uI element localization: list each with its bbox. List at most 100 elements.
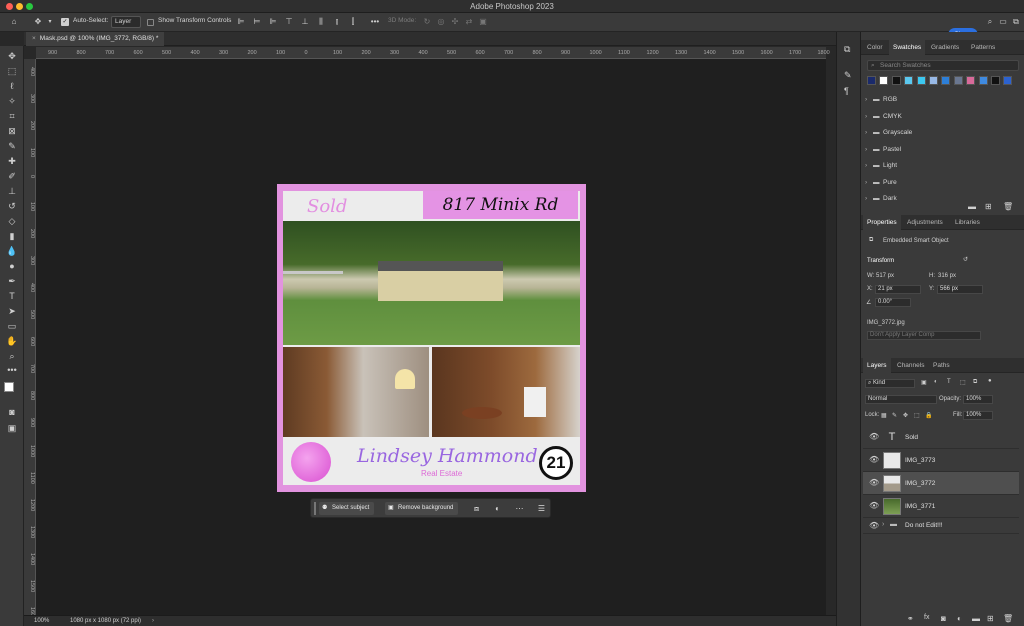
zoom-tool-icon[interactable]: ⌕ <box>5 350 19 362</box>
filter-adjustment-icon[interactable]: ◐ <box>934 379 938 385</box>
brush-settings-icon[interactable]: ✎ <box>844 70 852 81</box>
tab-layers[interactable]: Layers <box>863 358 891 373</box>
more-icon[interactable]: ⋯ <box>514 502 525 515</box>
marquee-tool-icon[interactable]: ⬚ <box>5 65 19 77</box>
search-swatches-input[interactable]: ⌕ Search Swatches <box>867 60 1019 71</box>
distribute-bottom-icon[interactable]: ⫿ <box>348 17 358 27</box>
home-icon[interactable]: ⌂ <box>9 17 19 27</box>
3d-slide-icon[interactable]: ⇄ <box>464 17 474 27</box>
document-canvas[interactable]: Sold 817 Minix Rd Lindsey Hammond Real E… <box>277 184 586 492</box>
color-swatch[interactable] <box>953 76 963 85</box>
swatch-group[interactable]: › ▬ RGB <box>865 94 897 106</box>
swatch-group[interactable]: › ▬ Grayscale <box>865 127 912 139</box>
3d-pan-icon[interactable]: ✣ <box>450 17 460 27</box>
hand-tool-icon[interactable]: ✋ <box>5 335 19 347</box>
adjustment-icon[interactable]: ◐ <box>492 502 503 515</box>
quick-mask-icon[interactable]: ◙ <box>5 406 19 418</box>
workspace-icon[interactable]: ▭ <box>998 17 1008 27</box>
new-group-icon[interactable]: ▬ <box>972 614 980 623</box>
lock-all-icon[interactable]: 🔒 <box>925 412 932 419</box>
angle-input[interactable]: 0.00° <box>875 298 911 307</box>
blur-tool-icon[interactable]: 💧 <box>5 245 19 257</box>
filter-smart-icon[interactable]: ⧉ <box>973 379 977 386</box>
distribute-middle-icon[interactable]: ⫾ <box>332 17 342 27</box>
tab-channels[interactable]: Channels <box>893 358 928 373</box>
add-swatch-icon[interactable]: ⊞ <box>985 202 992 211</box>
tab-properties[interactable]: Properties <box>863 215 901 230</box>
add-mask-icon[interactable]: ◙ <box>941 614 946 623</box>
brush-tool-icon[interactable]: ✐ <box>5 170 19 182</box>
move-tool-icon[interactable]: ✥ <box>33 17 43 27</box>
lock-artboard-icon[interactable]: ⬚ <box>914 412 920 419</box>
remove-background-button[interactable]: ▣ Remove background <box>385 502 459 515</box>
color-swatch[interactable] <box>991 76 1000 85</box>
filter-shape-icon[interactable]: ⬚ <box>960 379 966 386</box>
healing-brush-tool-icon[interactable]: ✚ <box>5 155 19 167</box>
color-swatch[interactable] <box>978 76 988 85</box>
reset-transform-icon[interactable]: ↺ <box>963 256 968 263</box>
color-swatch[interactable] <box>941 76 951 85</box>
lock-transparent-icon[interactable]: ▦ <box>881 412 887 419</box>
new-layer-icon[interactable]: ⊞ <box>987 614 994 623</box>
folder-icon[interactable]: ▬ <box>968 202 976 211</box>
color-swatch[interactable] <box>1003 76 1013 85</box>
filter-toggle-icon[interactable]: ● <box>988 378 992 384</box>
visibility-eye-icon[interactable]: 👁 <box>869 501 879 510</box>
color-swatch[interactable] <box>929 76 938 85</box>
show-transform-checkbox[interactable] <box>147 19 154 26</box>
color-swatch[interactable] <box>867 76 876 85</box>
tab-color[interactable]: Color <box>863 40 887 55</box>
layer-row[interactable]: 👁 IMG_3772 <box>863 472 1019 495</box>
x-input[interactable]: 21 px <box>875 285 921 294</box>
lock-pixels-icon[interactable]: ✎ <box>892 412 897 419</box>
delete-layer-icon[interactable]: 🗑 <box>1003 614 1013 623</box>
new-adjustment-icon[interactable]: ◐ <box>957 614 962 623</box>
close-tab-icon[interactable]: × <box>32 35 36 42</box>
color-swatch[interactable] <box>904 76 914 85</box>
settings-icon[interactable]: ☰ <box>536 502 547 515</box>
crop-tool-icon[interactable]: ⌗ <box>5 110 19 122</box>
move-tool-icon[interactable]: ✥ <box>5 50 19 62</box>
tab-patterns[interactable]: Patterns <box>967 40 999 55</box>
swatch-group[interactable]: › ▬ CMYK <box>865 111 902 123</box>
document-info[interactable]: 1080 px x 1080 px (72 ppi) <box>70 616 141 626</box>
color-swatch[interactable] <box>891 76 901 85</box>
link-layers-icon[interactable]: ⚭ <box>907 614 914 623</box>
foreground-color-swatch[interactable] <box>4 382 14 392</box>
color-swatch[interactable] <box>916 76 926 85</box>
y-input[interactable]: 566 px <box>937 285 983 294</box>
color-swatch[interactable] <box>966 76 976 85</box>
dodge-tool-icon[interactable]: ● <box>5 260 19 272</box>
auto-select-target-dropdown[interactable]: Layer <box>111 16 141 28</box>
swatch-group[interactable]: › ▬ Dark <box>865 193 897 201</box>
align-top-icon[interactable]: ⊤ <box>284 17 294 27</box>
layer-comp-dropdown[interactable]: Don't Apply Layer Comp <box>867 331 981 340</box>
tab-paths[interactable]: Paths <box>929 358 954 373</box>
align-middle-icon[interactable]: ⊥ <box>300 17 310 27</box>
opacity-input[interactable]: 100% <box>963 395 993 404</box>
layer-row[interactable]: 👁 IMG_3771 <box>863 495 1019 518</box>
layer-row[interactable]: 👁 T Sold <box>863 426 1019 449</box>
select-subject-button[interactable]: ⚉ Select subject <box>319 502 375 515</box>
magic-wand-tool-icon[interactable]: ✧ <box>5 95 19 107</box>
zoom-level[interactable]: 100% <box>34 616 49 626</box>
align-center-icon[interactable]: ⊨ <box>252 17 262 27</box>
3d-scale-icon[interactable]: ▣ <box>478 17 488 27</box>
lasso-tool-icon[interactable]: ℓ <box>5 80 19 92</box>
screen-mode-icon[interactable]: ▣ <box>5 422 19 434</box>
tab-gradients[interactable]: Gradients <box>927 40 963 55</box>
trash-icon[interactable]: 🗑 <box>1003 202 1013 211</box>
tab-libraries[interactable]: Libraries <box>951 215 984 230</box>
more-options-icon[interactable]: ••• <box>370 17 380 27</box>
w-value[interactable]: 517 px <box>876 273 894 279</box>
chevron-right-icon[interactable]: › <box>882 521 884 528</box>
layout-icon[interactable]: ⧉ <box>1011 17 1021 27</box>
history-icon[interactable]: ⧉ <box>844 44 850 55</box>
visibility-eye-icon[interactable]: 👁 <box>869 455 879 464</box>
frame-tool-icon[interactable]: ⊠ <box>5 125 19 137</box>
fill-input[interactable]: 100% <box>963 411 993 420</box>
swatch-group[interactable]: › ▬ Pure <box>865 177 897 189</box>
layer-row[interactable]: 👁 IMG_3773 <box>863 449 1019 472</box>
blend-mode-dropdown[interactable]: Normal <box>865 395 937 404</box>
history-brush-tool-icon[interactable]: ↺ <box>5 200 19 212</box>
